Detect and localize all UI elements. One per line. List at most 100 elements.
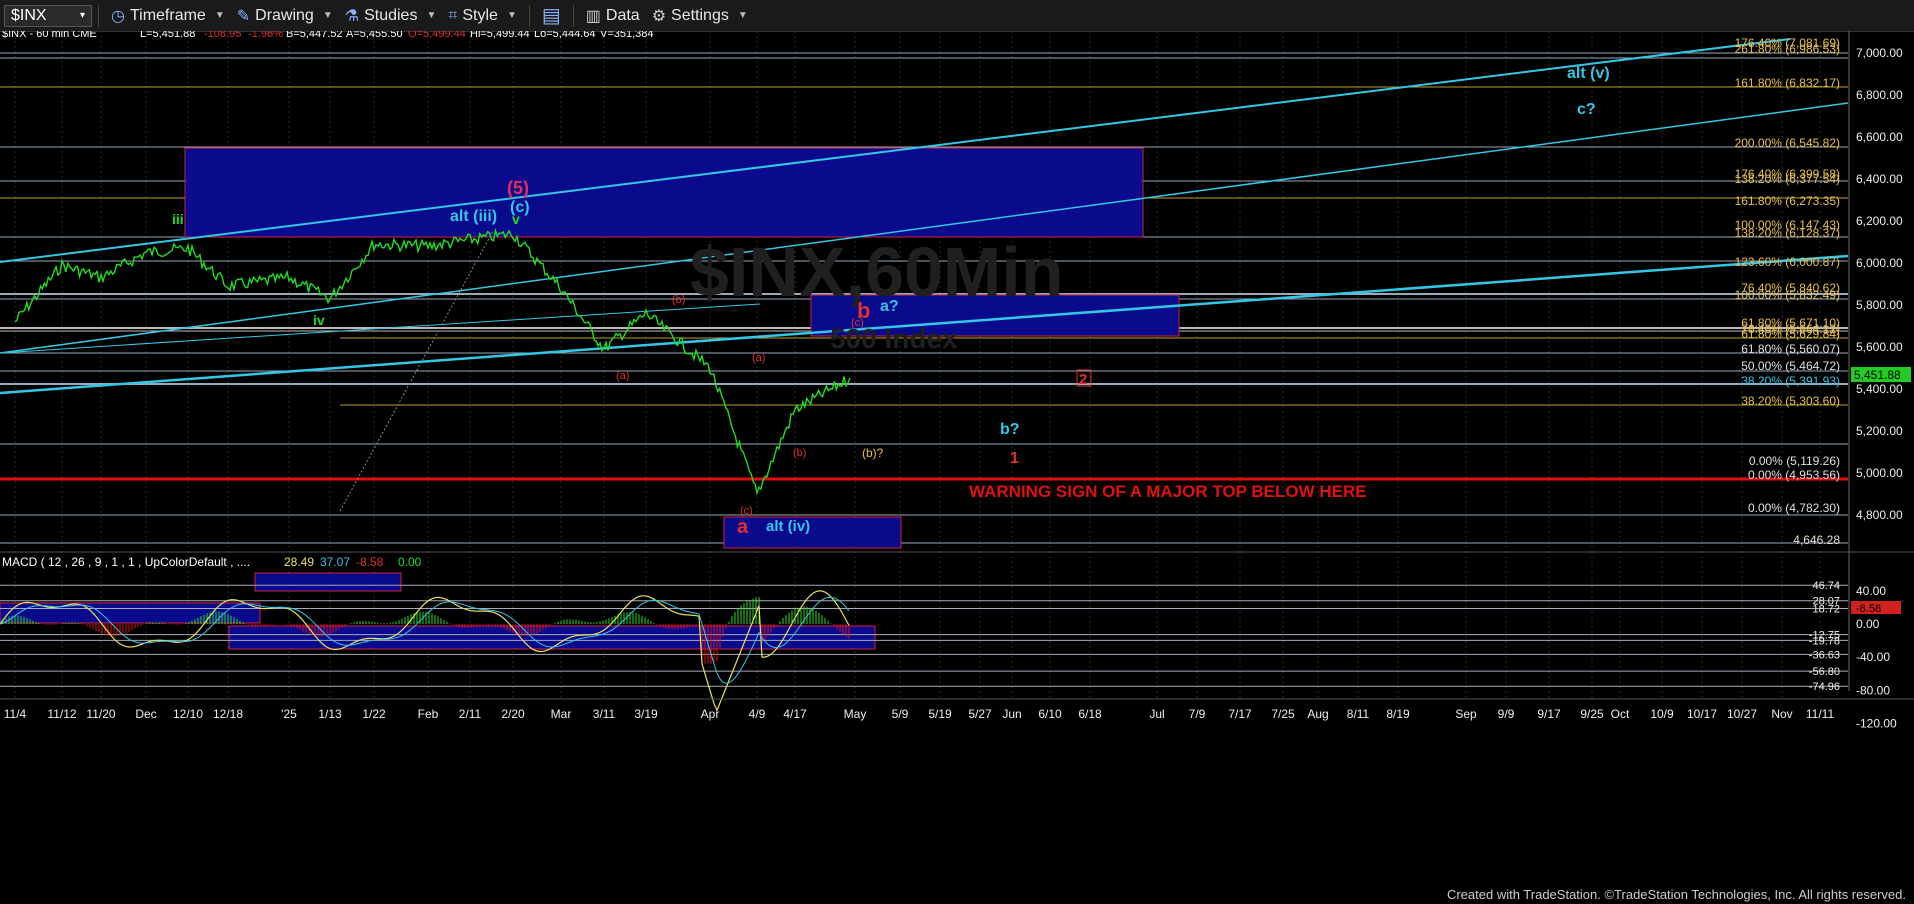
wave-label: a (737, 516, 749, 538)
data-label: Data (605, 6, 640, 24)
last-price: L=5,451.88 (140, 31, 195, 40)
wave-label: iv (313, 312, 325, 328)
chevron-down-icon: ▼ (737, 10, 748, 21)
fib-label: 100.00% (5,832.49) (1735, 288, 1840, 302)
time-tick-label: 8/11 (1347, 707, 1370, 721)
pencil-icon: ✎ (236, 7, 251, 25)
wave-label: (5) (507, 178, 529, 198)
macd-readout: MACD ( 12 , 26 , 9 , 1 , 1 , UpColorDefa… (2, 555, 422, 569)
time-tick-label: 11/11 (1806, 707, 1835, 721)
price-tick-label: 6,400.00 (1856, 172, 1903, 186)
settings-button[interactable]: ⚙ Settings ▼ (646, 6, 754, 26)
drawing-button[interactable]: ✎ Drawing ▼ (231, 6, 339, 26)
layout-button[interactable]: ▤ (536, 3, 567, 28)
clock-icon: ◷ (111, 7, 125, 25)
time-tick-label: Nov (1771, 707, 1792, 721)
time-tick-label: Sep (1455, 707, 1477, 721)
macd-box-bottom (228, 625, 876, 650)
chart[interactable]: alt (v) c? (5) (c) v alt (iii) iii iv (b… (0, 31, 1914, 904)
data-button[interactable]: ▥ Data (580, 6, 646, 26)
time-tick-label: Oct (1611, 707, 1630, 721)
time-tick-label: 1/13 (318, 707, 342, 721)
wave-label: (b) (672, 294, 685, 306)
wave-label: b? (1000, 421, 1020, 438)
time-tick-label: Feb (418, 707, 439, 721)
wave-label: 1 (1010, 450, 1019, 467)
time-tick-label: 11/12 (47, 707, 76, 721)
time-tick-label: 3/19 (634, 707, 658, 721)
price-tick-label: 4,800.00 (1856, 508, 1903, 522)
chevron-down-icon: ▼ (506, 10, 517, 21)
resistance-box-upper (184, 147, 1144, 238)
fib-label: 123.60% (6,000.87) (1735, 255, 1840, 269)
wave-label: alt (iv) (766, 518, 810, 535)
fib-label: 161.80% (6,832.17) (1735, 76, 1840, 90)
price-tick-label: 7,000.00 (1856, 46, 1903, 60)
macd-level-label: 18.72 (1812, 603, 1840, 615)
last-price-badge-text: 5,451.88 (1854, 368, 1901, 382)
time-tick-label: 2/20 (501, 707, 525, 721)
macd-value-2: 37.07 (320, 555, 350, 569)
style-label: Style (462, 6, 498, 24)
time-tick-label: 2/11 (459, 707, 482, 721)
bar-chart-icon: ▥ (585, 7, 601, 25)
chevron-down-icon: ▾ (79, 10, 85, 21)
studies-button[interactable]: ⚗ Studies ▼ (339, 6, 443, 26)
time-tick-label: 4/17 (783, 707, 807, 721)
fib-label: 0.00% (4,782.30) (1748, 501, 1840, 515)
macd-tick-label: 0.00 (1856, 617, 1880, 631)
fib-label: 4,646.28 (1793, 533, 1840, 547)
vertical-gridlines (14, 31, 1821, 699)
wave-label: iii (172, 211, 184, 227)
warning-text: WARNING SIGN OF A MAJOR TOP BELOW HERE (969, 482, 1367, 501)
time-tick-label: 10/17 (1687, 707, 1717, 721)
time-tick-label: 3/11 (593, 707, 616, 721)
watermark-name: 500 Index (830, 323, 958, 354)
time-tick-label: 7/25 (1271, 707, 1295, 721)
macd-value-1: 28.49 (284, 555, 314, 569)
toolbar-divider (528, 4, 530, 27)
time-tick-label: 7/17 (1228, 707, 1252, 721)
fib-label: 200.00% (6,545.82) (1735, 136, 1840, 150)
low: Lo=5,444.64 (534, 31, 595, 40)
time-tick-label: 1/22 (362, 707, 386, 721)
fib-label: 138.20% (6,377.54) (1735, 172, 1840, 186)
studies-label: Studies (364, 6, 418, 24)
fib-label: 138.20% (6,128.37) (1735, 226, 1840, 240)
wave-label: (a) (752, 352, 765, 364)
wave-label: alt (iii) (450, 208, 497, 225)
price-tick-label: 6,800.00 (1856, 88, 1903, 102)
flask-icon: ⚗ (344, 7, 360, 25)
fib-label: 0.00% (5,119.26) (1749, 454, 1840, 468)
gear-icon: ⚙ (651, 7, 667, 25)
change-pct: -1.96% (248, 31, 283, 40)
time-tick-label: 5/19 (928, 707, 952, 721)
high: Hi=5,499.44 (470, 31, 530, 40)
time-tick-label: 10/9 (1650, 707, 1674, 721)
price-axis[interactable]: 7,000.00 6,800.00 6,600.00 6,400.00 6,200.00… (1856, 46, 1903, 522)
time-tick-label: 4/9 (749, 707, 766, 721)
time-tick-label: May (844, 707, 867, 721)
time-tick-label: 5/9 (892, 707, 909, 721)
time-tick-label: 11/20 (86, 707, 115, 721)
time-tick-label: 10/27 (1727, 707, 1757, 721)
ask: A=5,455.50 (346, 31, 403, 40)
time-tick-label: 8/19 (1386, 707, 1410, 721)
time-tick-label: Aug (1307, 707, 1328, 721)
macd-level-label: -19.78 (1809, 635, 1840, 647)
symbol-selector[interactable]: $INX ▾ (4, 4, 92, 27)
style-button[interactable]: ⌗ Style ▼ (442, 7, 523, 25)
support-box-alt-iv (723, 516, 902, 549)
time-axis[interactable]: 11/4 11/12 11/20 Dec 12/10 12/18 '25 1/13 1/22 Fe… (4, 707, 1835, 721)
time-tick-label: 6/18 (1078, 707, 1102, 721)
symbol-value: $INX (11, 6, 47, 24)
volume: V=351,384 (600, 31, 654, 40)
time-tick-label: Jun (1002, 707, 1021, 721)
time-tick-label: 9/25 (1580, 707, 1604, 721)
time-tick-label: '25 (281, 707, 297, 721)
layout-icon: ▤ (541, 5, 561, 27)
chevron-down-icon: ▼ (322, 10, 333, 21)
time-tick-label: Dec (135, 707, 156, 721)
wave-label: c? (1577, 101, 1596, 118)
timeframe-button[interactable]: ◷ Timeframe ▼ (105, 6, 231, 26)
